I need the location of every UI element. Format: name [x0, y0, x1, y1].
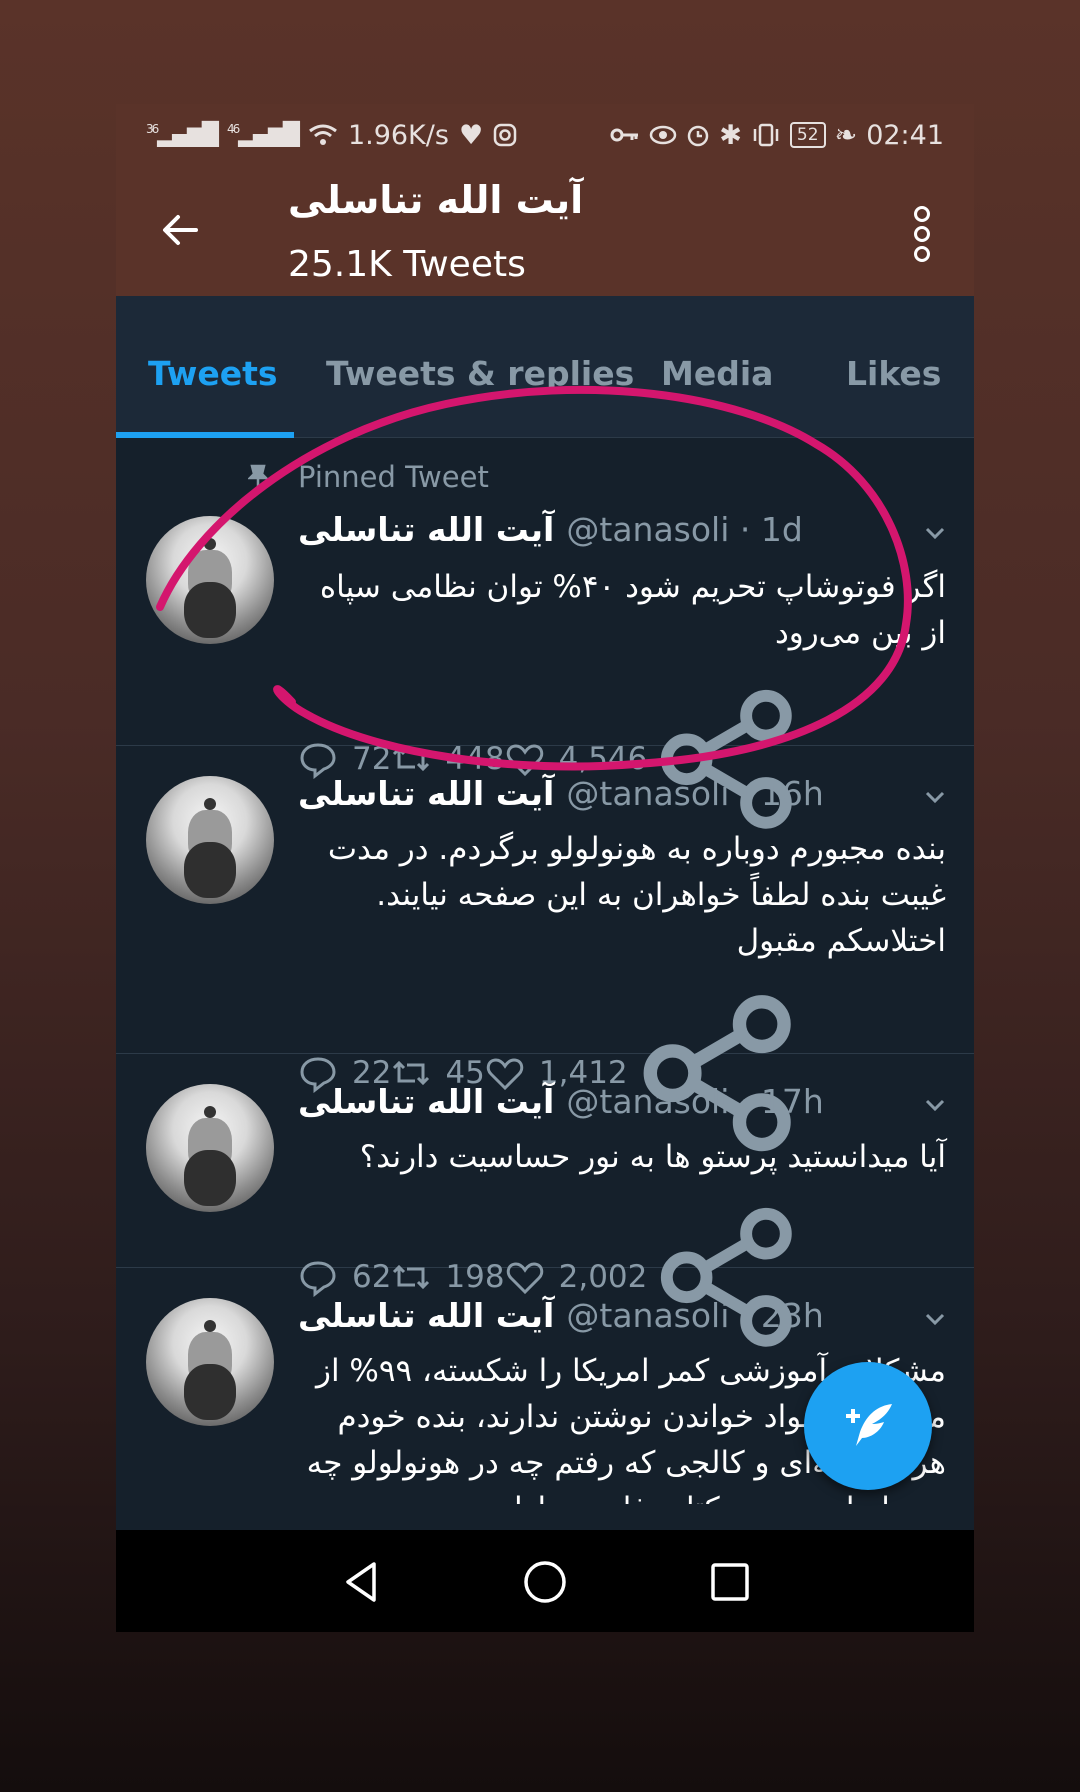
tweet-item[interactable]: آیت الله تناسلی @tanasoli · 16h بنده مجب…	[116, 746, 974, 1152]
profile-tabs: Tweets Tweets & replies Media Likes	[116, 296, 974, 438]
app-bar: آیت الله تناسلی 25.1K Tweets	[116, 166, 974, 296]
author-name[interactable]: آیت الله تناسلی	[298, 774, 554, 813]
network-type-1: 36	[146, 122, 159, 137]
chevron-down-icon[interactable]	[924, 1094, 946, 1116]
pin-icon	[248, 464, 268, 488]
more-options-icon[interactable]	[910, 206, 934, 262]
author-handle: @tanasoli · 23h	[566, 1296, 824, 1335]
network-type-2: 46	[226, 122, 240, 137]
author-handle: @tanasoli · 1d	[566, 510, 803, 549]
pinned-label: Pinned Tweet	[298, 460, 489, 494]
eye-icon	[650, 125, 677, 145]
nav-home-icon[interactable]	[521, 1558, 569, 1606]
status-bar: 36▂▄▆█ 46▂▄▆█ 1.96K/s ♥ ✱ 52 ❧ 02:41	[116, 104, 974, 166]
compose-feather-icon	[846, 1404, 892, 1446]
tweet-feed: Pinned Tweet آیت الله تناسلی @tanasoli ·…	[116, 438, 974, 1504]
wifi-icon	[309, 124, 337, 145]
nav-back-icon[interactable]	[338, 1558, 386, 1606]
clock: 02:41	[866, 119, 944, 151]
avatar[interactable]	[146, 516, 274, 644]
tweet-text: آیا میدانستید پرستو ها به نور حساسیت دار…	[359, 1139, 946, 1175]
nav-recents-icon[interactable]	[706, 1558, 754, 1606]
battery-icon: 52	[789, 122, 826, 148]
leaf-icon: ❧	[834, 119, 858, 151]
tweet-count: 25.1K Tweets	[288, 244, 526, 285]
author-name[interactable]: آیت الله تناسلی	[298, 1296, 554, 1335]
tab-likes[interactable]: Likes	[846, 354, 941, 393]
author-handle: @tanasoli · 16h	[566, 774, 824, 813]
chevron-down-icon[interactable]	[924, 1308, 946, 1330]
chevron-down-icon[interactable]	[924, 786, 946, 808]
chevron-down-icon[interactable]	[924, 522, 946, 544]
vibrate-icon	[753, 123, 779, 147]
key-icon	[610, 128, 639, 142]
compose-tweet-button[interactable]	[804, 1362, 932, 1490]
author-handle: @tanasoli · 17h	[566, 1082, 824, 1121]
tab-tweets-replies[interactable]: Tweets & replies	[326, 354, 634, 393]
avatar[interactable]	[146, 776, 274, 904]
signal-icon: 36▂▄▆█	[146, 122, 219, 148]
tweet-item[interactable]: Pinned Tweet آیت الله تناسلی @tanasoli ·…	[116, 438, 974, 829]
tweet-text: بنده مجبورم دوباره به هونولولو برگردم. د…	[327, 831, 946, 959]
tab-media[interactable]: Media	[661, 354, 773, 393]
author-name[interactable]: آیت الله تناسلی	[298, 510, 554, 549]
android-nav-bar	[116, 1530, 974, 1632]
alarm-icon	[688, 125, 709, 147]
bluetooth-icon: ✱	[719, 119, 742, 151]
profile-title: آیت الله تناسلی	[288, 178, 584, 222]
network-speed: 1.96K/s	[347, 119, 449, 151]
health-icon: ♥	[458, 119, 484, 151]
avatar[interactable]	[146, 1084, 274, 1212]
avatar[interactable]	[146, 1298, 274, 1426]
tweet-text: اگر فوتوشاپ تحریم شود ۴۰% توان نظامی سپا…	[319, 569, 946, 651]
signal-icon-2: 46▂▄▆█	[226, 122, 300, 148]
phone-screen: 36▂▄▆█ 46▂▄▆█ 1.96K/s ♥ ✱ 52 ❧ 02:41 آیت…	[116, 104, 974, 1632]
tweet-item[interactable]: آیت الله تناسلی @tanasoli · 17h آیا میدا…	[116, 1054, 974, 1347]
back-arrow-icon[interactable]	[156, 206, 204, 254]
instagram-icon	[493, 123, 517, 147]
author-name[interactable]: آیت الله تناسلی	[298, 1082, 554, 1121]
tab-tweets[interactable]: Tweets	[148, 354, 278, 393]
